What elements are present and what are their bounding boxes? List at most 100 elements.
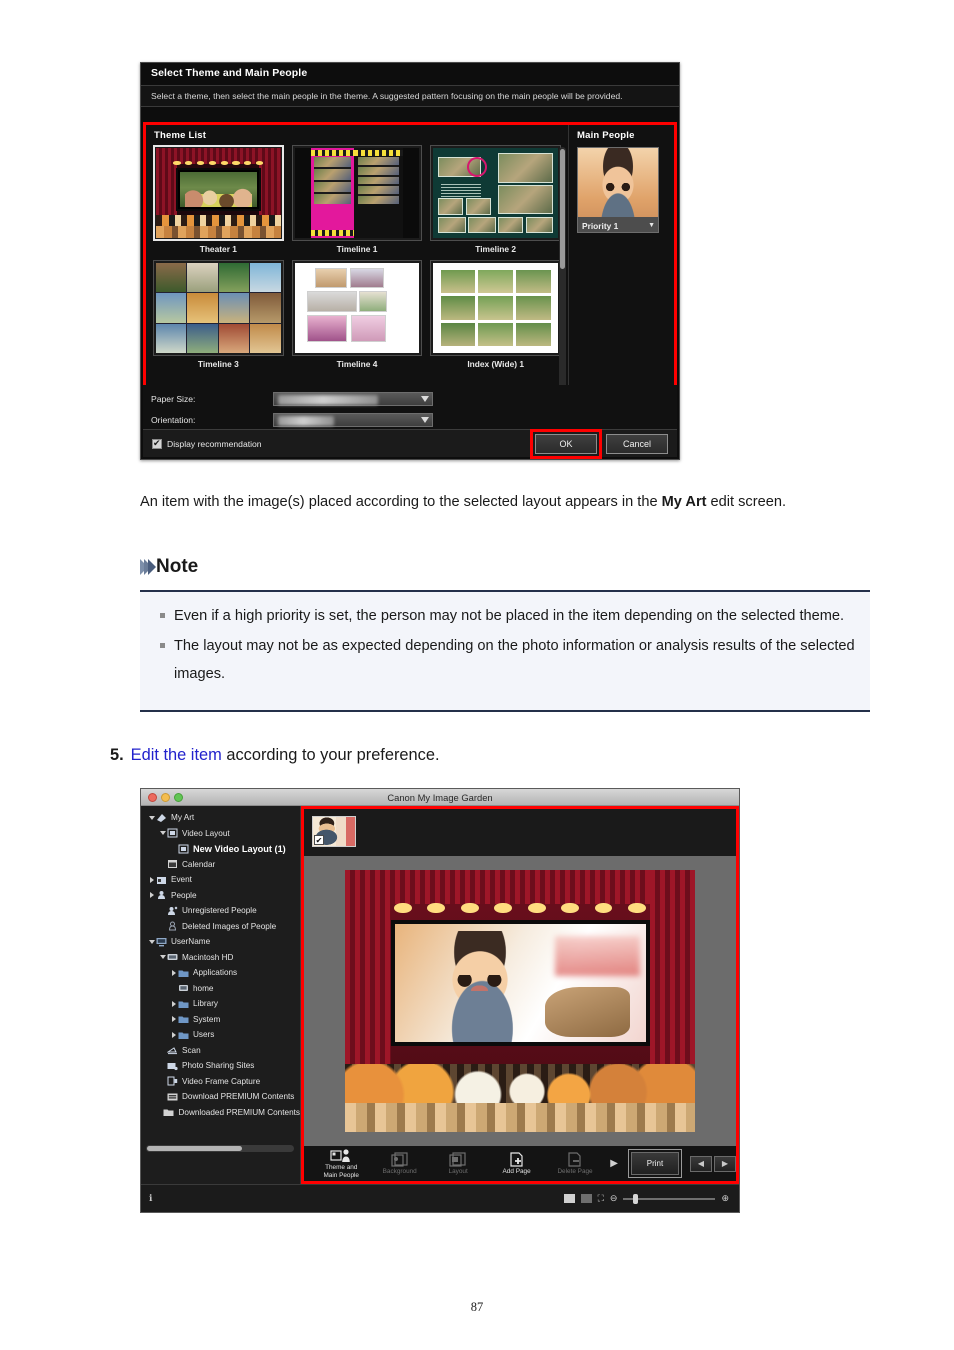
sidebar-item-label: Download PREMIUM Contents: [182, 1092, 295, 1102]
theme-cell[interactable]: Index (Wide) 1: [427, 260, 564, 375]
zoom-slider[interactable]: [623, 1193, 716, 1204]
print-button[interactable]: Print: [630, 1152, 679, 1175]
sidebar-item-people[interactable]: People: [141, 888, 300, 904]
sidebar-item-label: People: [171, 890, 197, 900]
sidebar-item-label: UserName: [171, 937, 211, 947]
detail-view-icon[interactable]: [580, 1194, 592, 1203]
sidebar-item-event[interactable]: Event: [141, 872, 300, 888]
audience-seats: [345, 1063, 695, 1132]
twisty-collapsed-icon[interactable]: [147, 892, 156, 899]
orientation-select[interactable]: [273, 412, 433, 427]
sidebar-item-video-frame-capture[interactable]: Video Frame Capture: [141, 1074, 300, 1090]
sidebar-item-video-layout[interactable]: Video Layout: [141, 826, 300, 842]
photo-frame[interactable]: [390, 919, 650, 1046]
toolbar-delete-page[interactable]: Delete Page: [546, 1152, 604, 1176]
theme-cell[interactable]: Timeline 3: [150, 260, 287, 375]
info-icon[interactable]: ℹ: [149, 1193, 152, 1204]
sidebar-item-library[interactable]: Library: [141, 996, 300, 1012]
cancel-button[interactable]: Cancel: [606, 433, 668, 454]
zoom-out-icon[interactable]: ⊖: [610, 1193, 618, 1204]
photo-background-blur: [555, 935, 641, 976]
sidebar-item-home[interactable]: home: [141, 981, 300, 997]
sidebar-item-my-art[interactable]: My Art: [141, 810, 300, 826]
theme-thumbnail-index-wide-1[interactable]: [430, 260, 561, 356]
sidebar-item-downloaded-premium-contents[interactable]: Downloaded PREMIUM Contents: [141, 1105, 300, 1121]
zoom-slider-knob[interactable]: [633, 1193, 639, 1204]
sidebar-item-label: Macintosh HD: [182, 952, 234, 962]
toolbar-layout[interactable]: Layout: [429, 1152, 487, 1176]
checkbox-icon[interactable]: [152, 437, 162, 449]
prev-page-button[interactable]: ◀: [689, 1155, 712, 1172]
sidebar-item-new-video-layout-1[interactable]: New Video Layout (1): [141, 841, 300, 857]
twisty-collapsed-icon[interactable]: [169, 1031, 178, 1038]
main-person-card[interactable]: Priority 1 ▼: [577, 147, 659, 233]
next-page-button[interactable]: ▶: [713, 1155, 736, 1172]
layout-page-preview[interactable]: [345, 870, 695, 1132]
theme-thumbnail-timeline-1[interactable]: [291, 145, 423, 241]
sidebar-item-deleted-images-of-people[interactable]: Deleted Images of People: [141, 919, 300, 935]
sidebar-item-download-premium-contents[interactable]: Download PREMIUM Contents: [141, 1089, 300, 1105]
scrollbar-thumb[interactable]: [147, 1146, 242, 1151]
fit-to-window-icon[interactable]: ⛶: [598, 1193, 604, 1204]
toolbar-theme-and-main-people[interactable]: Theme and Main People: [312, 1148, 370, 1179]
my-image-garden-window: Canon My Image Garden My Art Video Layout…: [140, 788, 740, 1213]
sidebar-item-macintosh-hd[interactable]: Macintosh HD: [141, 950, 300, 966]
theme-cell[interactable]: Timeline 2: [427, 145, 564, 260]
disk-icon: [167, 952, 178, 962]
theme-thumbnail-theater-1[interactable]: [153, 145, 284, 241]
toolbar-add-page[interactable]: Add Page: [487, 1152, 545, 1176]
sidebar-item-photo-sharing-sites[interactable]: Photo Sharing Sites: [141, 1058, 300, 1074]
photo-object: [545, 987, 631, 1037]
theme-thumbnail-timeline-4[interactable]: [291, 260, 423, 356]
priority-dropdown[interactable]: Priority 1 ▼: [578, 217, 658, 232]
sidebar-item-username[interactable]: UserName: [141, 934, 300, 950]
twisty-expanded-icon[interactable]: [158, 831, 167, 836]
twisty-collapsed-icon[interactable]: [147, 876, 156, 883]
stage-lights: [173, 160, 264, 166]
downloaded-premium-icon: [163, 1107, 174, 1117]
twisty-collapsed-icon[interactable]: [169, 969, 178, 976]
canvas-area[interactable]: [304, 856, 736, 1146]
twisty-expanded-icon[interactable]: [147, 939, 156, 944]
twisty-expanded-icon[interactable]: [147, 815, 156, 820]
scrollbar-thumb[interactable]: [560, 149, 565, 269]
zoom-in-icon[interactable]: ⊕: [721, 1193, 729, 1204]
page-checkbox[interactable]: ✔: [314, 835, 324, 845]
window-titlebar[interactable]: Canon My Image Garden: [141, 789, 739, 806]
sidebar-item-calendar[interactable]: Calendar: [141, 857, 300, 873]
theme-cell[interactable]: Timeline 4: [289, 260, 426, 375]
theme-cell[interactable]: Theater 1: [150, 145, 287, 260]
theme-thumbnail-timeline-2[interactable]: [430, 145, 561, 241]
twisty-collapsed-icon[interactable]: [169, 1016, 178, 1023]
sidebar-item-applications[interactable]: Applications: [141, 965, 300, 981]
placed-photo[interactable]: [394, 923, 646, 1042]
twisty-collapsed-icon[interactable]: [169, 1000, 178, 1007]
page-thumbnail[interactable]: ✔: [312, 816, 356, 847]
display-recommendation-checkbox[interactable]: Display recommendation: [152, 437, 262, 449]
theme-thumbnail-timeline-3[interactable]: [153, 260, 284, 356]
theme-list-scrollbar[interactable]: [559, 147, 566, 392]
twisty-expanded-icon[interactable]: [158, 955, 167, 960]
sidebar-scrollbar[interactable]: [146, 1145, 294, 1152]
note-title: Note: [156, 556, 199, 577]
sidebar-item-label: New Video Layout (1): [193, 843, 286, 854]
theme-label: Theater 1: [199, 244, 237, 254]
sidebar-item-users[interactable]: Users: [141, 1027, 300, 1043]
chevrons-right-icon: [140, 559, 156, 575]
thumbnail-view-icon[interactable]: [563, 1194, 575, 1203]
sidebar-item-label: Scan: [182, 1045, 201, 1055]
sidebar-item-system[interactable]: System: [141, 1012, 300, 1028]
sidebar-item-label: Video Frame Capture: [182, 1076, 261, 1086]
toolbar-more-icon[interactable]: ▶: [610, 1158, 618, 1169]
paper-size-select[interactable]: [273, 391, 433, 406]
sidebar-item-unregistered-people[interactable]: Unregistered People: [141, 903, 300, 919]
sidebar-item-scan[interactable]: Scan: [141, 1043, 300, 1059]
toolbar-background[interactable]: Background: [370, 1152, 428, 1176]
ok-button[interactable]: OK: [535, 433, 597, 454]
event-icon: [156, 875, 167, 885]
toolbar-label-line1: Layout: [448, 1167, 468, 1175]
theme-cell[interactable]: Timeline 1: [289, 145, 426, 260]
step-link[interactable]: Edit the item: [131, 746, 222, 764]
checkbox-label: Display recommendation: [167, 438, 262, 449]
dialog-subtitle: Select a theme, then select the main peo…: [141, 85, 679, 107]
